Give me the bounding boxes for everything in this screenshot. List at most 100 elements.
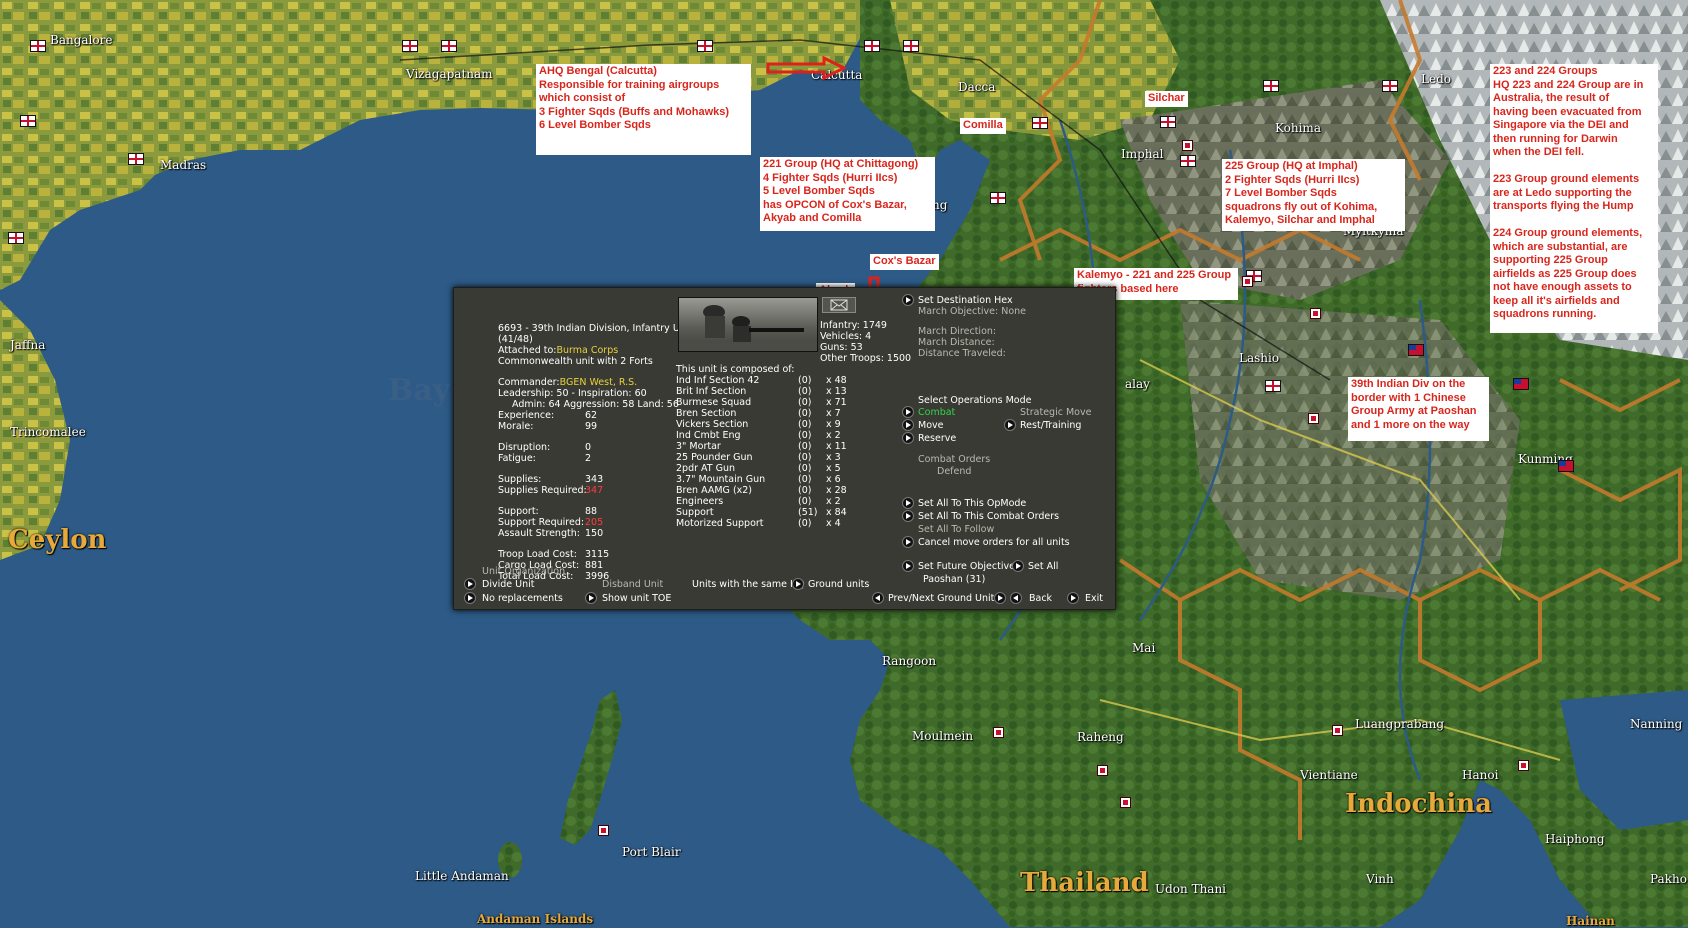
unit-marker-icon[interactable]	[993, 727, 1004, 738]
composition-item-damaged: (0)	[798, 452, 812, 463]
admin-stats: Admin: 64 Aggression: 58 Land: 56	[512, 399, 679, 410]
back-button[interactable]: Back	[1029, 593, 1052, 604]
base-flag-icon[interactable]	[1382, 80, 1398, 92]
commander-link[interactable]: BGEN West, R.S.	[560, 377, 638, 388]
chinese-base-icon[interactable]	[1513, 378, 1529, 390]
base-flag-icon[interactable]	[1160, 116, 1176, 128]
divide-unit-button[interactable]: Divide Unit	[482, 579, 534, 590]
base-flag-icon[interactable]	[1263, 80, 1279, 92]
exit-button[interactable]: Exit	[1085, 593, 1103, 604]
support-required-value: 205	[585, 517, 604, 528]
map-label-malay: alay	[1125, 377, 1150, 391]
chinese-base-icon[interactable]	[1558, 460, 1574, 472]
base-flag-icon[interactable]	[864, 40, 880, 52]
unit-marker-icon[interactable]	[1310, 308, 1321, 319]
infantry-count: Infantry: 1749	[820, 320, 887, 331]
march-direction: March Direction:	[918, 326, 997, 337]
support-label: Support:	[498, 506, 539, 517]
arrow-icon[interactable]	[1012, 560, 1024, 572]
set-future-objective-button[interactable]: Set Future Objective	[918, 561, 1015, 572]
composition-item-count: x 7	[826, 408, 841, 419]
composition-item-name: 2pdr AT Gun	[676, 463, 736, 474]
commander-label: Commander:	[498, 377, 560, 388]
ground-units-button[interactable]: Ground units	[808, 579, 869, 590]
prev-arrow-icon[interactable]	[872, 592, 884, 604]
unit-strength: (41/48)	[498, 334, 533, 345]
set-all-opmode-button[interactable]: Set All To This OpMode	[918, 498, 1026, 509]
base-flag-icon[interactable]	[128, 153, 144, 165]
arrow-icon[interactable]	[585, 592, 597, 604]
unit-marker-icon[interactable]	[1182, 140, 1193, 151]
arrow-icon[interactable]	[792, 578, 804, 590]
set-all-combat-orders-button[interactable]: Set All To This Combat Orders	[918, 511, 1059, 522]
cancel-move-orders-button[interactable]: Cancel move orders for all units	[918, 537, 1070, 548]
map-label-vizagapatnam: Vizagapatnam	[406, 67, 493, 81]
arrow-icon[interactable]	[464, 592, 476, 604]
arrow-icon[interactable]	[902, 510, 914, 522]
mode-reserve[interactable]: Reserve	[918, 433, 956, 444]
troop-load-label: Troop Load Cost:	[498, 549, 577, 560]
map-label-luangprabang: Luangprabang	[1355, 717, 1445, 731]
unit-marker-icon[interactable]	[1308, 413, 1319, 424]
set-destination-button[interactable]: Set Destination Hex	[918, 295, 1013, 306]
prev-next-ground-unit[interactable]: Prev/Next Ground Unit	[888, 593, 994, 604]
arrow-icon[interactable]	[902, 497, 914, 509]
base-flag-icon[interactable]	[402, 40, 418, 52]
exit-arrow-icon[interactable]	[1067, 592, 1079, 604]
unit-marker-icon[interactable]	[1242, 276, 1253, 287]
composition-item-count: x 5	[826, 463, 841, 474]
unit-title: 6693 - 39th Indian Division, Infantry Un…	[498, 323, 693, 334]
base-flag-icon[interactable]	[990, 192, 1006, 204]
base-flag-icon[interactable]	[1032, 117, 1048, 129]
no-replacements-toggle[interactable]: No replacements	[482, 593, 563, 604]
arrow-icon[interactable]	[902, 294, 914, 306]
red-arrow-right-icon	[766, 56, 848, 80]
units-same-hq-button[interactable]: Units with the same HQ	[692, 579, 805, 590]
base-flag-icon[interactable]	[697, 40, 713, 52]
composition-item-count: x 4	[826, 518, 841, 529]
message-button[interactable]	[822, 297, 856, 313]
base-flag-icon[interactable]	[1265, 380, 1281, 392]
arrow-icon[interactable]	[464, 578, 476, 590]
map-label-imphal: Imphal	[1121, 147, 1164, 161]
composition-item-count: x 71	[826, 397, 847, 408]
disruption-label: Disruption:	[498, 442, 551, 453]
map-label-vinh: Vinh	[1366, 872, 1394, 886]
base-flag-icon[interactable]	[30, 40, 46, 52]
morale-value: 99	[585, 421, 598, 432]
next-arrow-icon[interactable]	[994, 592, 1006, 604]
base-flag-icon[interactable]	[20, 115, 36, 127]
base-flag-icon[interactable]	[8, 232, 24, 244]
march-distance: March Distance:	[918, 337, 995, 348]
show-unit-toe-button[interactable]: Show unit TOE	[602, 593, 671, 604]
unit-marker-icon[interactable]	[1518, 760, 1529, 771]
arrow-icon[interactable]	[902, 432, 914, 444]
morale-label: Morale:	[498, 421, 534, 432]
unit-marker-icon[interactable]	[1097, 765, 1108, 776]
mode-move[interactable]: Move	[918, 420, 943, 431]
back-arrow-icon[interactable]	[1010, 592, 1022, 604]
other-troops-count: Other Troops: 1500	[820, 353, 912, 364]
base-flag-icon[interactable]	[903, 40, 919, 52]
chinese-base-icon[interactable]	[1408, 344, 1424, 356]
attached-to-link[interactable]: Burma Corps	[556, 345, 618, 356]
arrow-icon[interactable]	[902, 536, 914, 548]
unit-marker-icon[interactable]	[1120, 797, 1131, 808]
attached-label: Attached to:	[498, 345, 557, 356]
arrow-icon[interactable]	[902, 560, 914, 572]
mode-rest-training[interactable]: Rest/Training	[1020, 420, 1081, 431]
composition-item-name: Support	[676, 507, 714, 518]
arrow-icon[interactable]	[902, 406, 914, 418]
cargo-load-value: 881	[585, 560, 604, 571]
arrow-icon[interactable]	[902, 419, 914, 431]
base-flag-icon[interactable]	[1180, 155, 1196, 167]
base-flag-icon[interactable]	[441, 40, 457, 52]
composition-item-count: x 2	[826, 430, 841, 441]
mode-combat[interactable]: Combat	[918, 407, 955, 418]
unit-marker-icon[interactable]	[1332, 725, 1343, 736]
composition-item-count: x 2	[826, 496, 841, 507]
set-all-button[interactable]: Set All	[1028, 561, 1058, 572]
map-label-thailand: Thailand	[1020, 868, 1149, 898]
unit-marker-icon[interactable]	[598, 825, 609, 836]
arrow-icon[interactable]	[1004, 419, 1016, 431]
